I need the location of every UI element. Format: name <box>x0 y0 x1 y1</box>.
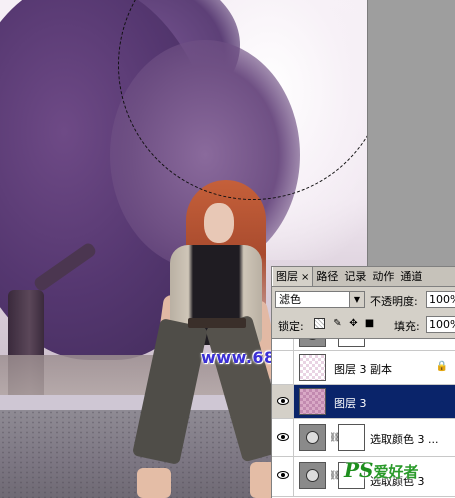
layer-thumbnail <box>299 354 326 381</box>
close-icon[interactable]: × <box>301 272 309 283</box>
move-icon[interactable]: ✥ <box>348 318 359 329</box>
layer-name: 图层 3 副本 <box>334 363 392 376</box>
blend-mode-value: 滤色 <box>279 293 301 306</box>
layer-name: 选取颜色 3 ... <box>370 433 439 446</box>
opacity-field[interactable]: 100% <box>426 291 455 308</box>
adjustment-thumbnail <box>299 462 326 489</box>
model-left-foot <box>137 468 171 498</box>
adjustment-thumbnail <box>299 424 326 451</box>
tab-paths[interactable]: 路径 <box>313 267 341 286</box>
panel-tabs: 图层 × 路径 记录 动作 通道 <box>272 267 455 287</box>
layer-thumbnail <box>299 388 326 415</box>
fill-label: 填充: <box>394 320 420 333</box>
tab-actions[interactable]: 动作 <box>369 267 397 286</box>
blend-mode-select[interactable]: 滤色 ▼ <box>275 291 365 308</box>
layer-row[interactable]: ⛓ 选取颜色 3 ... <box>272 419 455 457</box>
visibility-cell[interactable] <box>272 351 294 384</box>
lock-row: 锁定: ✎ ✥ ■ 填充: 100% <box>272 314 455 336</box>
brush-icon[interactable]: ✎ <box>332 318 343 329</box>
eye-icon[interactable] <box>277 471 289 479</box>
visibility-cell[interactable] <box>272 339 294 350</box>
logo-ps: PS <box>344 458 374 482</box>
visibility-cell[interactable] <box>272 385 294 418</box>
layer-row[interactable]: 图层 3 副本 🔒 <box>272 351 455 385</box>
fill-field[interactable]: 100% <box>426 316 455 333</box>
blend-row: 滤色 ▼ 不透明度: 100% <box>272 289 455 311</box>
layer-row-selected[interactable]: 图层 3 <box>272 385 455 419</box>
tab-layers[interactable]: 图层 × <box>272 267 314 286</box>
visibility-cell[interactable] <box>272 457 294 497</box>
tab-history[interactable]: 记录 <box>341 267 369 286</box>
visibility-cell[interactable] <box>272 419 294 456</box>
model-belt <box>188 318 246 328</box>
mask-thumbnail <box>338 424 365 451</box>
eye-icon[interactable] <box>277 433 289 441</box>
eye-icon[interactable] <box>277 397 289 405</box>
tab-channels[interactable]: 通道 <box>397 267 425 286</box>
mask-thumbnail <box>338 339 365 347</box>
logo-text: 爱好者 <box>373 463 419 481</box>
layer-name: 图层 3 <box>334 397 367 410</box>
lock-icon[interactable]: ■ <box>364 318 375 329</box>
site-logo: PS爱好者 <box>344 458 419 482</box>
lock-label: 锁定: <box>278 320 304 333</box>
lock-transparency-icon[interactable] <box>314 318 325 329</box>
lock-icon: 🔒 <box>435 361 448 372</box>
opacity-label: 不透明度: <box>370 295 418 308</box>
model-face <box>204 203 234 243</box>
chevron-down-icon[interactable]: ▼ <box>349 292 364 307</box>
tab-label: 图层 <box>276 270 298 283</box>
layer-row-partial[interactable] <box>272 339 455 351</box>
layer-thumbnail <box>299 339 326 347</box>
